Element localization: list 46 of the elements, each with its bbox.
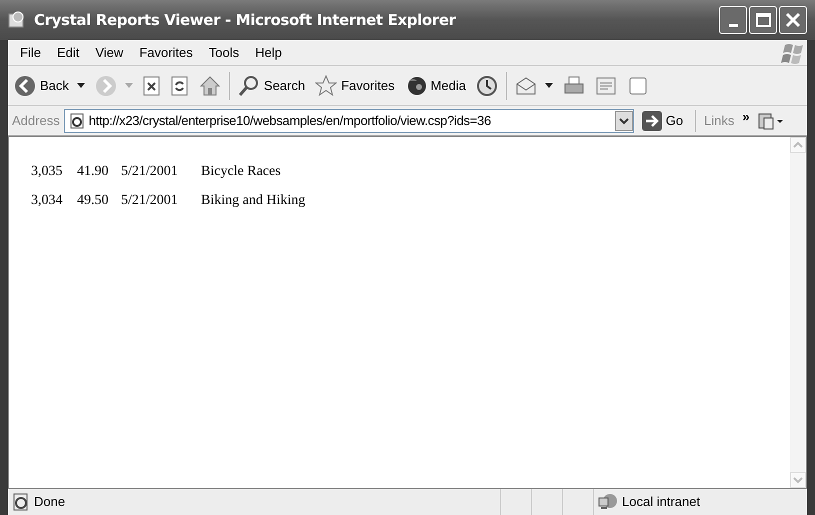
close-icon	[785, 12, 801, 28]
report-field: Bicycle Races	[201, 161, 281, 182]
note-icon	[627, 74, 649, 96]
go-button[interactable]: Go	[638, 110, 688, 130]
close-button[interactable]	[779, 6, 807, 34]
refresh-icon	[170, 76, 189, 96]
search-icon	[238, 74, 260, 96]
star-icon	[315, 74, 338, 96]
search-button[interactable]: Search	[236, 70, 308, 102]
address-field[interactable]: http://x23/crystal/enterprise10/websamples/en/mportfolio/view.csp?ids=36	[64, 108, 634, 132]
report-field: 41.90	[77, 161, 121, 182]
page-icon	[595, 74, 617, 96]
report-field: 49.50	[77, 190, 121, 211]
chevron-button[interactable]: »	[738, 106, 754, 126]
page-icon	[68, 112, 85, 128]
report-field: Biking and Hiking	[201, 190, 306, 211]
printer-icon	[563, 74, 585, 96]
report-field: 5/21/2001	[121, 161, 201, 182]
envelope-icon	[515, 74, 537, 96]
minimize-button[interactable]	[719, 6, 747, 34]
address-label: Address	[12, 112, 60, 130]
page-icon	[12, 493, 30, 511]
network-icon	[598, 493, 618, 511]
links-label: Links	[704, 112, 734, 130]
menu-item[interactable]: View	[87, 40, 132, 64]
status-text: Done	[34, 493, 66, 512]
browser-icon	[8, 11, 26, 29]
home-icon	[198, 74, 221, 96]
menu-item[interactable]: Tools	[200, 40, 248, 64]
stop-icon	[142, 76, 161, 96]
zone-text: Local intranet	[622, 493, 700, 512]
dropdown-icon[interactable]	[614, 110, 633, 130]
maximize-button[interactable]	[749, 6, 777, 34]
favorites-button[interactable]: Favorites	[313, 70, 397, 102]
media-button[interactable]: Media	[402, 70, 468, 102]
menu-item[interactable]: Edit	[48, 40, 88, 64]
menu-item[interactable]: Help	[247, 40, 290, 64]
report-field: 3,035	[31, 161, 77, 182]
window-title: Crystal Reports Viewer - Microsoft Internet Explorer	[34, 10, 457, 31]
menu-item[interactable]: File	[12, 40, 49, 64]
tools-icon[interactable]	[758, 110, 784, 130]
clock-icon	[476, 74, 498, 96]
report-field: 3,034	[31, 190, 77, 211]
back-button[interactable]: Back	[12, 70, 87, 102]
report-field: 5/21/2001	[121, 190, 201, 211]
menu-item[interactable]: Favorites	[131, 40, 201, 64]
